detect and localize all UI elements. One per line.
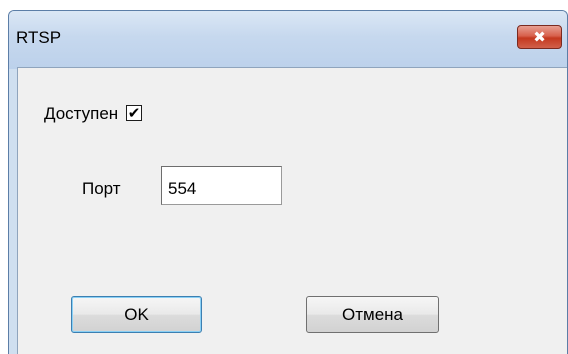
cancel-button-label: Отмена	[342, 304, 403, 324]
ok-button-label: OK	[124, 304, 149, 324]
close-button[interactable]: ✖	[517, 25, 562, 49]
port-label: Порт	[82, 179, 121, 198]
ok-button[interactable]: OK	[71, 296, 202, 333]
close-icon: ✖	[533, 28, 546, 46]
window-title: RTSP	[16, 28, 62, 47]
checkmark-icon: ✔	[127, 104, 141, 122]
port-input[interactable]	[161, 166, 282, 205]
enabled-checkbox[interactable]: ✔	[126, 105, 142, 121]
dialog-body: Доступен ✔ Порт OK Отмена	[17, 67, 567, 354]
rtsp-dialog: RTSP ✖ Доступен ✔ Порт OK Отмена	[8, 10, 568, 354]
title-bar[interactable]: RTSP ✖	[9, 11, 567, 69]
enabled-label: Доступен	[44, 104, 119, 123]
cancel-button[interactable]: Отмена	[306, 296, 439, 333]
